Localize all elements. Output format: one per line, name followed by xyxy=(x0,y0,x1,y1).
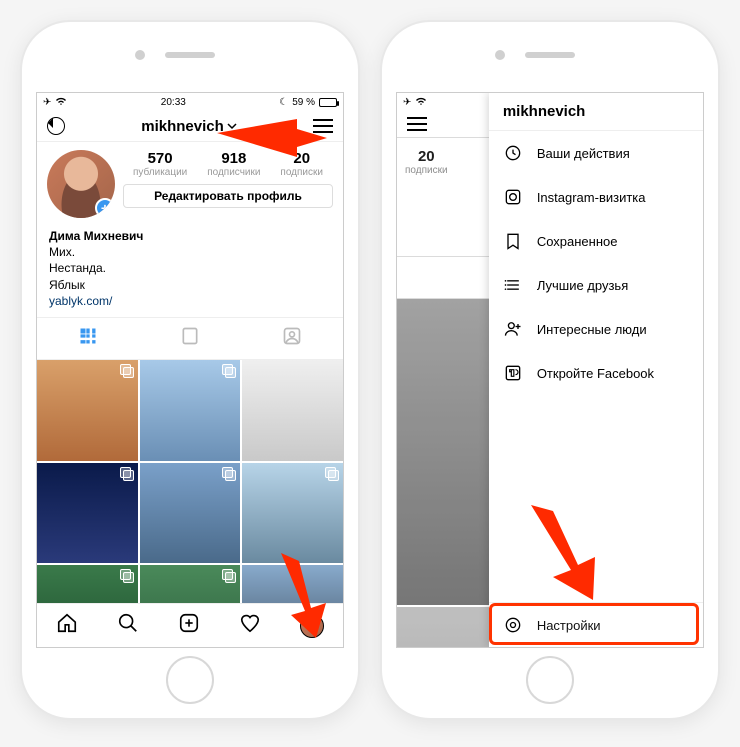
tab-tagged[interactable] xyxy=(241,318,343,359)
menu-item[interactable]: Лучшие друзья xyxy=(489,263,703,307)
menu-item-label: Instagram-визитка xyxy=(537,190,646,205)
bookmark-icon xyxy=(503,231,523,251)
username-text: mikhnevich xyxy=(141,118,224,135)
bg-stat-label: подписки xyxy=(405,165,448,176)
battery-pct: 59 % xyxy=(292,97,315,108)
stat-following[interactable]: 20подписки xyxy=(280,150,323,178)
home-button[interactable] xyxy=(526,656,574,704)
menu-title: mikhnevich xyxy=(489,93,703,131)
photo-cell[interactable] xyxy=(140,360,241,461)
nav-home[interactable] xyxy=(56,612,78,639)
airplane-icon: ✈ xyxy=(43,97,51,108)
photo-cell[interactable] xyxy=(37,463,138,564)
list-icon xyxy=(503,275,523,295)
menu-item-label: Интересные люди xyxy=(537,322,647,337)
stats-row: + 570публикации 918подписчики 20подписки… xyxy=(37,142,343,226)
facebook-icon xyxy=(503,363,523,383)
stat-followers[interactable]: 918подписчики xyxy=(207,150,260,178)
edit-profile-button[interactable]: Редактировать профиль xyxy=(123,184,333,208)
nav-profile[interactable] xyxy=(300,614,324,638)
bg-stat-num: 20 xyxy=(405,148,448,165)
bio-name: Дима Михневич xyxy=(49,228,331,244)
phone-left: ✈ 20:33 ☾ 59 % mikhnevich + xyxy=(20,20,360,720)
profile-avatar[interactable]: + xyxy=(47,150,115,218)
menu-item-label: Откройте Facebook xyxy=(537,366,654,381)
bio-line: Яблык xyxy=(49,277,331,293)
carousel-icon xyxy=(120,467,134,481)
screen-left: ✈ 20:33 ☾ 59 % mikhnevich + xyxy=(36,92,344,648)
screen-right: ✈ 20:33 ☾ 59 % 20подписки xyxy=(396,92,704,648)
photo-cell[interactable] xyxy=(140,565,241,603)
add-person-icon xyxy=(503,319,523,339)
dnd-icon: ☾ xyxy=(279,97,288,108)
photo-cell[interactable] xyxy=(242,565,343,603)
photo-cell[interactable] xyxy=(37,360,138,461)
carousel-icon xyxy=(120,364,134,378)
battery-icon xyxy=(319,98,337,107)
carousel-icon xyxy=(120,569,134,583)
photo-cell[interactable] xyxy=(242,463,343,564)
airplane-icon: ✈ xyxy=(403,97,411,108)
nav-activity[interactable] xyxy=(239,612,261,639)
menu-item[interactable]: Instagram-визитка xyxy=(489,175,703,219)
side-menu: mikhnevich Ваши действия Instagram-визитк… xyxy=(489,93,703,647)
menu-item[interactable]: Ваши действия xyxy=(489,131,703,175)
bio-link[interactable]: yablyk.com/ xyxy=(49,293,331,309)
menu-item[interactable]: Интересные люди xyxy=(489,307,703,351)
nav-search[interactable] xyxy=(117,612,139,639)
tab-feed[interactable] xyxy=(139,318,241,359)
photo-grid xyxy=(37,360,343,603)
menu-item[interactable]: Сохраненное xyxy=(489,219,703,263)
home-button[interactable] xyxy=(166,656,214,704)
chevron-down-icon xyxy=(227,121,237,131)
carousel-icon xyxy=(222,569,236,583)
add-story-badge[interactable]: + xyxy=(95,198,115,218)
profile-header: mikhnevich xyxy=(37,111,343,142)
carousel-icon xyxy=(325,467,339,481)
bio: Дима Михневич Мих. Нестанда. Яблык yably… xyxy=(37,226,343,317)
stat-posts[interactable]: 570публикации xyxy=(133,150,187,178)
nametag-icon xyxy=(503,187,523,207)
photo-cell[interactable] xyxy=(140,463,241,564)
bottom-nav xyxy=(37,603,343,647)
carousel-icon xyxy=(222,364,236,378)
menu-item[interactable]: Откройте Facebook xyxy=(489,351,703,395)
menu-item-label: Сохраненное xyxy=(537,234,618,249)
carousel-icon xyxy=(222,467,236,481)
status-bar: ✈ 20:33 ☾ 59 % xyxy=(37,93,343,111)
profile-tabs xyxy=(37,317,343,360)
bio-line: Мих. xyxy=(49,244,331,260)
menu-button-open[interactable] xyxy=(407,117,427,131)
wifi-icon xyxy=(55,96,67,109)
menu-item-label: Лучшие друзья xyxy=(537,278,628,293)
phone-right: ✈ 20:33 ☾ 59 % 20подписки xyxy=(380,20,720,720)
clock-icon xyxy=(503,143,523,163)
tab-grid[interactable] xyxy=(37,318,139,359)
menu-settings-label: Настройки xyxy=(537,618,601,633)
gear-icon xyxy=(503,615,523,635)
archive-icon[interactable] xyxy=(47,117,65,135)
photo-cell[interactable] xyxy=(37,565,138,603)
wifi-icon xyxy=(415,96,427,109)
status-time: 20:33 xyxy=(161,97,186,108)
nav-add[interactable] xyxy=(178,612,200,639)
bio-line: Нестанда. xyxy=(49,260,331,276)
photo-cell[interactable] xyxy=(242,360,343,461)
menu-item-label: Ваши действия xyxy=(537,146,630,161)
profile-username[interactable]: mikhnevich xyxy=(141,118,237,135)
menu-button[interactable] xyxy=(313,119,333,133)
menu-settings[interactable]: Настройки xyxy=(489,602,703,647)
